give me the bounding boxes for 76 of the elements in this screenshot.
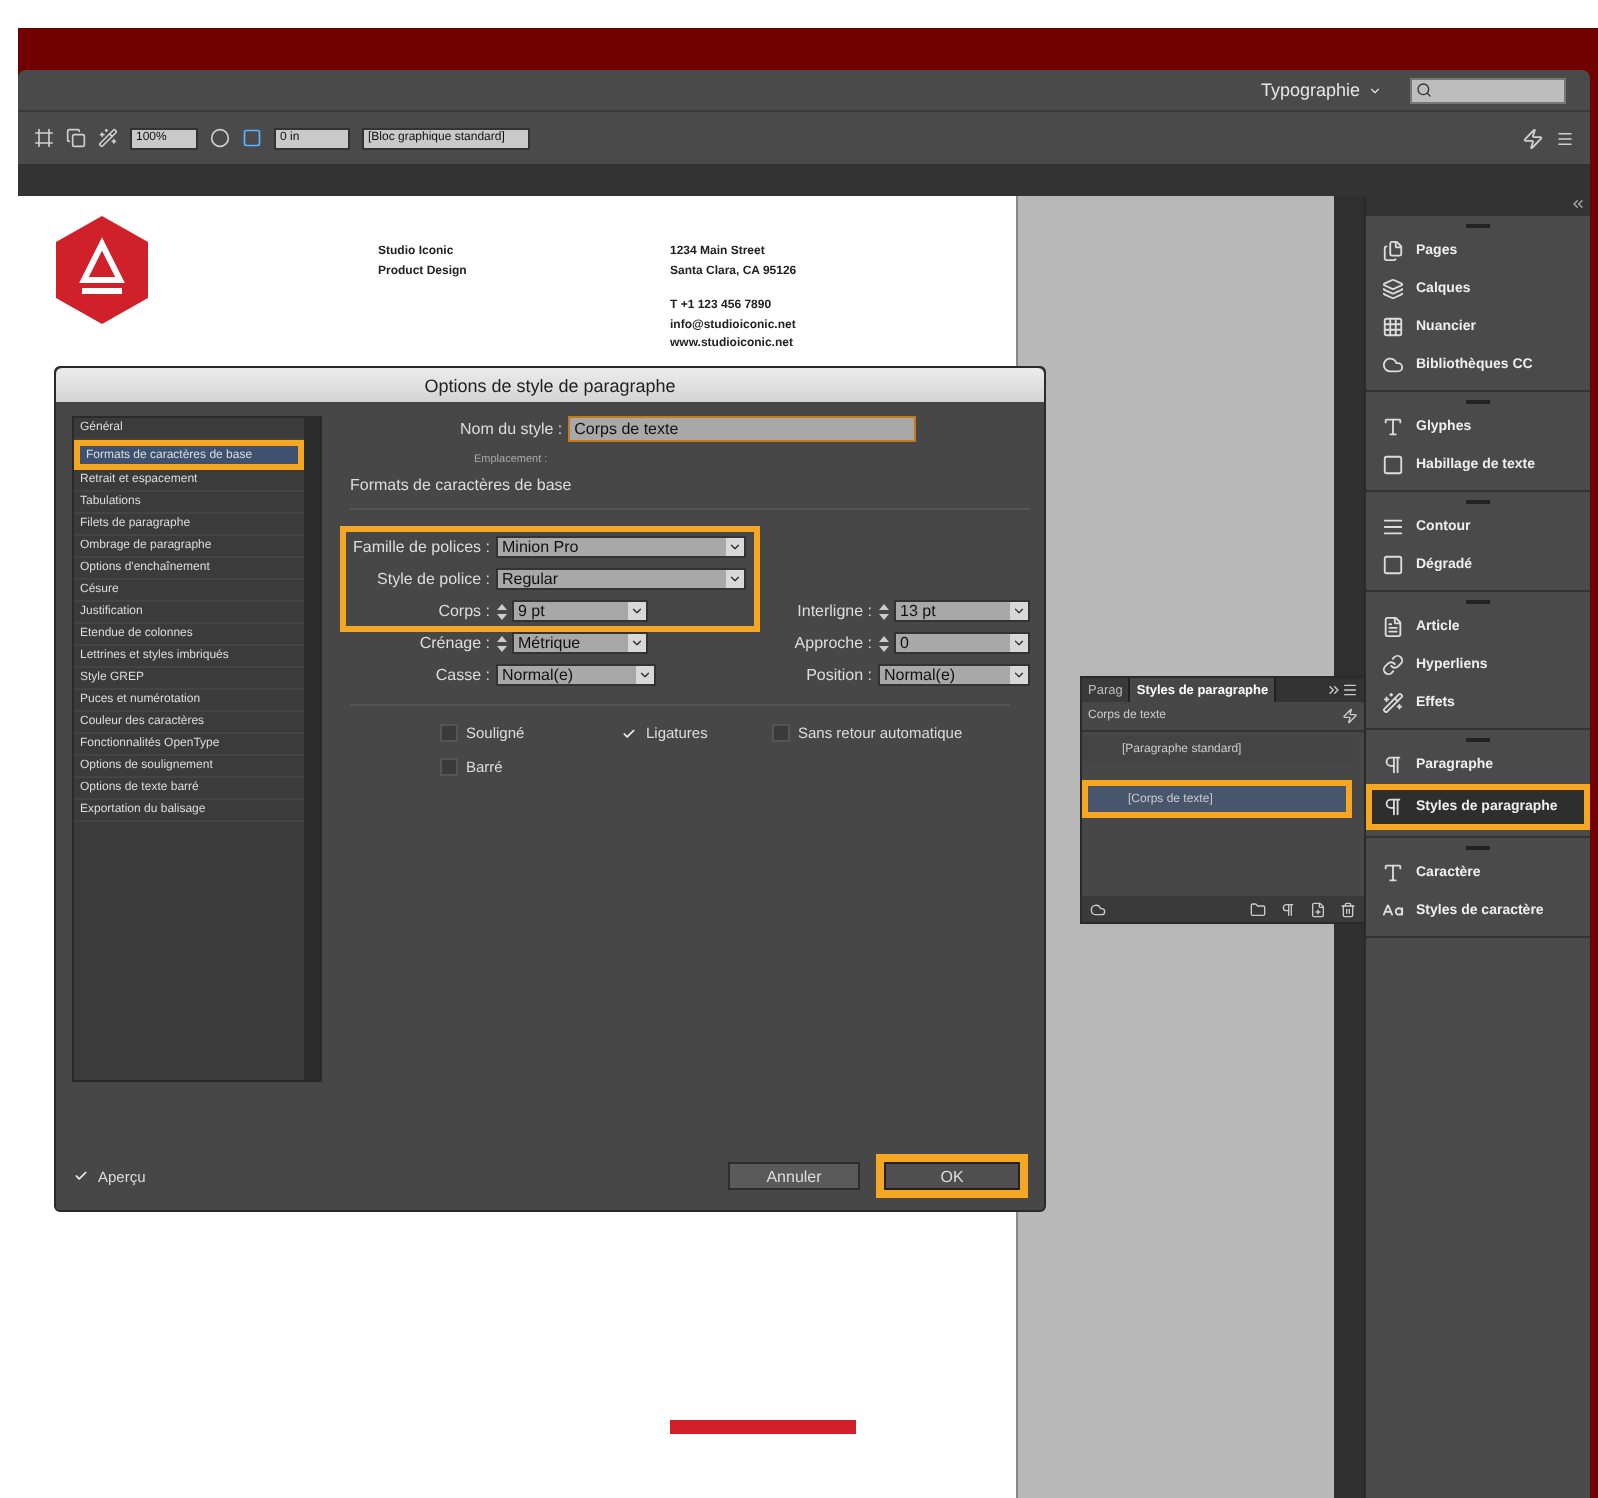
- checkbox[interactable]: [620, 724, 638, 742]
- menu-icon[interactable]: [1556, 129, 1574, 147]
- dropdown-field[interactable]: Minion Pro: [496, 536, 746, 558]
- layers-icon: [1382, 278, 1404, 300]
- link-icon: [1382, 654, 1404, 676]
- checkbox[interactable]: [72, 1167, 90, 1185]
- circle-icon[interactable]: [210, 128, 230, 148]
- search-icon: [1416, 82, 1432, 98]
- field-label: Interligne :: [795, 602, 872, 620]
- dropdown-field[interactable]: Normal(e): [878, 664, 1030, 686]
- square-icon[interactable]: [242, 128, 262, 148]
- caret-icon: [628, 602, 646, 620]
- lightning-icon[interactable]: [1342, 708, 1358, 724]
- section-title: Formats de caractères de base: [350, 476, 1030, 510]
- menu-icon[interactable]: [1342, 682, 1358, 698]
- cloud-icon: [1382, 354, 1404, 376]
- grid-icon: [1382, 316, 1404, 338]
- caret-icon: [1010, 634, 1028, 652]
- spinner-icon[interactable]: [878, 633, 890, 653]
- combo-field[interactable]: Métrique: [512, 632, 648, 654]
- workspace-menu[interactable]: Typographie: [1260, 80, 1382, 100]
- expand-icon[interactable]: [1326, 682, 1342, 698]
- search-field[interactable]: [1410, 77, 1566, 103]
- field-label: Corps :: [436, 602, 490, 620]
- caret-icon: [726, 570, 744, 588]
- new-page-icon[interactable]: [1310, 901, 1326, 917]
- pages-icon: [1382, 240, 1404, 262]
- pilcrow-icon[interactable]: [1280, 901, 1296, 917]
- combo-field[interactable]: 0: [894, 632, 1030, 654]
- ok-button[interactable]: OK: [876, 1154, 1028, 1198]
- dialog-title: Options de style de paragraphe: [56, 368, 1044, 402]
- dropdown-field[interactable]: Normal(e): [496, 664, 656, 686]
- lines-icon: [1382, 516, 1404, 538]
- caret-icon: [1010, 666, 1028, 684]
- folder-icon[interactable]: [1250, 901, 1266, 917]
- field-label: Approche :: [792, 634, 872, 652]
- combo-field[interactable]: 13 pt: [894, 600, 1030, 622]
- checkbox[interactable]: [772, 724, 790, 742]
- caret-icon: [726, 538, 744, 556]
- trash-icon[interactable]: [1340, 901, 1356, 917]
- combo-field[interactable]: 9 pt: [512, 600, 648, 622]
- list-scrollbar[interactable]: [304, 418, 320, 1080]
- checkbox[interactable]: [440, 724, 458, 742]
- caret-icon: [1368, 83, 1382, 97]
- letter-case-icon: [1382, 900, 1404, 922]
- glyph-icon: [1382, 416, 1404, 438]
- style-name-field[interactable]: Corps de texte: [568, 416, 917, 442]
- spinner-icon[interactable]: [496, 633, 508, 653]
- hexagon-logo-icon: [54, 216, 150, 324]
- field-label: Casse :: [433, 666, 490, 684]
- field-label: Nom du style :: [460, 420, 563, 438]
- dropdown-field[interactable]: Regular: [496, 568, 746, 590]
- field-label: Style de police :: [375, 570, 490, 588]
- pilcrow-icon: [1382, 796, 1404, 818]
- wand-icon[interactable]: [98, 128, 118, 148]
- lightning-icon[interactable]: [1522, 127, 1544, 149]
- cancel-button[interactable]: Annuler: [728, 1162, 860, 1190]
- pilcrow-icon: [1382, 754, 1404, 776]
- spinner-icon[interactable]: [496, 601, 508, 621]
- field-label: Crénage :: [417, 634, 490, 652]
- square-icon: [1382, 454, 1404, 476]
- field-label: Famille de polices :: [351, 538, 490, 556]
- document-icon: [1382, 616, 1404, 638]
- copy-icon[interactable]: [66, 128, 86, 148]
- frame-icon[interactable]: [34, 128, 54, 148]
- spinner-icon[interactable]: [878, 601, 890, 621]
- caret-icon: [1010, 602, 1028, 620]
- square-icon: [1382, 554, 1404, 576]
- cloud-icon[interactable]: [1090, 901, 1106, 917]
- collapse-icon[interactable]: [1570, 196, 1586, 212]
- caret-icon: [636, 666, 654, 684]
- caret-icon: [628, 634, 646, 652]
- wand-icon: [1382, 692, 1404, 714]
- letter-icon: [1382, 862, 1404, 884]
- checkbox[interactable]: [440, 758, 458, 776]
- field-label: Position :: [804, 666, 872, 684]
